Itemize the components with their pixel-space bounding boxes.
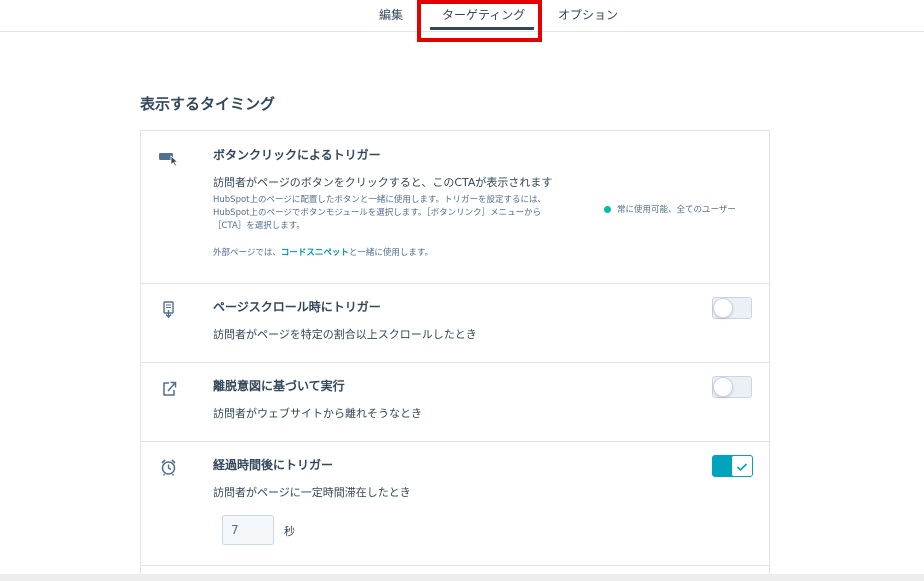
toggle-knob (713, 377, 733, 397)
toggle-knob (713, 298, 733, 318)
seconds-input[interactable] (222, 515, 274, 545)
checkmark-icon (736, 457, 748, 476)
card-title: ボタンクリックによるトリガー (213, 148, 381, 162)
bottom-scrollbar[interactable] (0, 574, 924, 581)
exit-intent-toggle[interactable] (712, 376, 752, 398)
help-text-line: HubSpot上のページでボタンモジュールを選択します。［ボタンリンク］メニュー… (213, 208, 542, 218)
trigger-card-button-click: ボタンクリックによるトリガー 訪問者がページのボタンをクリックすると、このCTA… (141, 131, 769, 284)
card-title: ページスクロール時にトリガー (213, 300, 381, 314)
tab-bar: 編集 ターゲティング オプション (0, 0, 924, 42)
time-elapsed-toggle[interactable] (712, 455, 753, 477)
help-text-line: ［CTA］を選択します。 (213, 221, 305, 231)
trigger-card-exit-intent: 離脱意図に基づいて実行 訪問者がウェブサイトから離れそうなとき (141, 363, 769, 442)
tab-edit[interactable]: 編集 (379, 6, 403, 23)
tab-options[interactable]: オプション (558, 6, 618, 23)
trigger-panel: ボタンクリックによるトリガー 訪問者がページのボタンをクリックすると、このCTA… (140, 130, 770, 581)
status-dot-icon (604, 206, 611, 213)
section-title: 表示するタイミング (140, 95, 276, 113)
help-text-line: HubSpot上のページに配置したボタンと一緒に使用します。トリガーを設定するに… (213, 195, 546, 205)
page-scroll-toggle[interactable] (712, 297, 752, 319)
alarm-clock-icon (157, 458, 179, 476)
external-suffix: と一緒に使用します。 (348, 248, 434, 258)
card-description: 訪問者がページのボタンをクリックすると、このCTAが表示されます (213, 176, 553, 189)
card-description: 訪問者がページに一定時間滞在したとき (213, 486, 411, 499)
trigger-card-page-scroll: ページスクロール時にトリガー 訪問者がページを特定の割合以上スクロールしたとき (141, 284, 769, 363)
card-description: 訪問者がウェブサイトから離れそうなとき (213, 407, 422, 420)
status-label: 常に使用可能、全てのユーザー (617, 205, 736, 215)
trigger-card-time-elapsed: 経過時間後にトリガー 訪問者がページに一定時間滞在したとき 秒 (141, 442, 769, 566)
availability-status: 常に使用可能、全てのユーザー (604, 203, 736, 215)
external-usage-text: 外部ページでは、コードスニペットと一緒に使用します。 (213, 247, 433, 261)
button-cursor-icon (157, 149, 179, 167)
seconds-unit-label: 秒 (284, 525, 295, 538)
external-prefix: 外部ページでは、 (213, 248, 281, 258)
code-snippet-link[interactable]: コードスニペット (281, 248, 349, 258)
toggle-knob (731, 455, 753, 477)
card-description: 訪問者がページを特定の割合以上スクロールしたとき (213, 328, 477, 341)
card-title: 経過時間後にトリガー (213, 458, 334, 472)
scroll-page-icon (157, 301, 179, 319)
external-link-icon (157, 380, 179, 398)
highlight-annotation (417, 0, 542, 42)
card-title: 離脱意図に基づいて実行 (213, 379, 345, 393)
